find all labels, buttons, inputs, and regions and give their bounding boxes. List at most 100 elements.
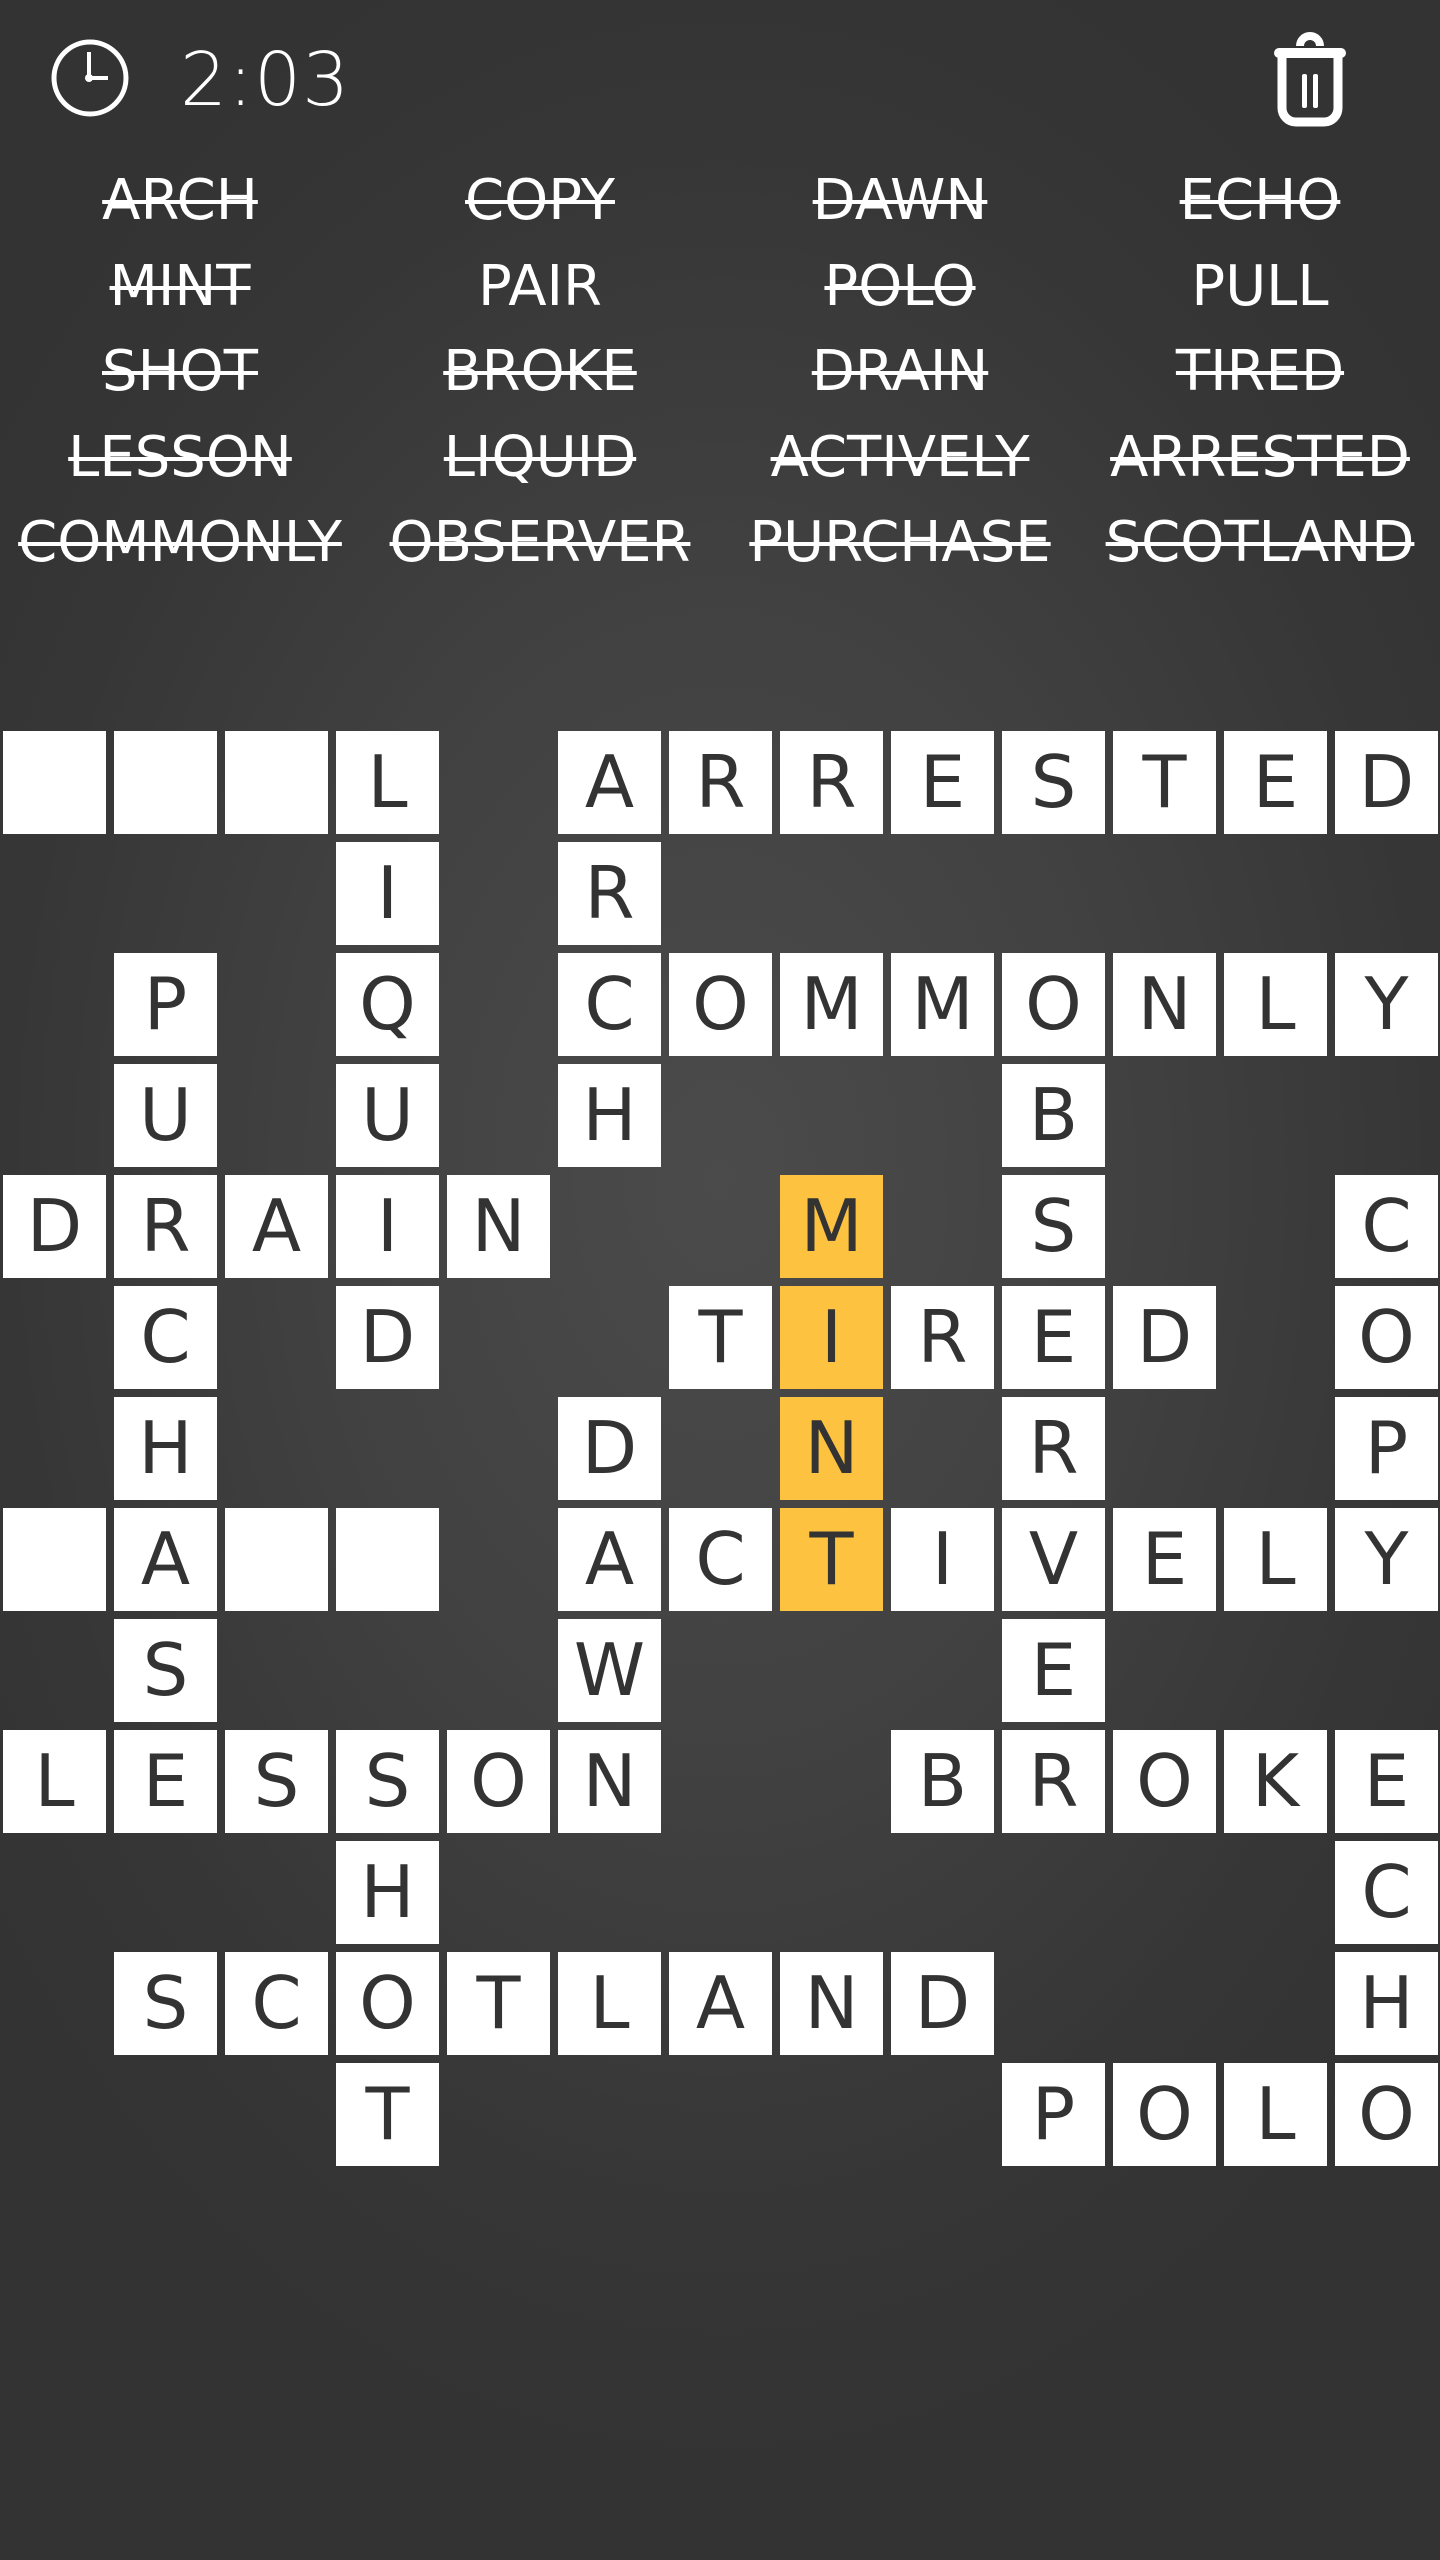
clock-icon [50, 38, 130, 118]
letter-cell[interactable]: L [336, 731, 439, 834]
letter-cell[interactable]: V [1002, 1508, 1105, 1611]
letter-cell[interactable]: L [558, 1952, 661, 2055]
letter-cell[interactable]: R [1002, 1397, 1105, 1500]
letter-cell[interactable]: Y [1335, 1508, 1438, 1611]
word-found: DAWN [812, 168, 988, 233]
letter-cell[interactable]: E [1002, 1286, 1105, 1389]
letter-cell[interactable]: D [1335, 731, 1438, 834]
letter-cell[interactable]: D [558, 1397, 661, 1500]
letter-cell[interactable]: R [891, 1286, 994, 1389]
letter-cell[interactable]: I [891, 1508, 994, 1611]
letter-cell[interactable]: N [447, 1175, 550, 1278]
letter-cell[interactable]: W [558, 1619, 661, 1722]
letter-cell[interactable]: C [225, 1952, 328, 2055]
letter-cell[interactable]: B [1002, 1064, 1105, 1167]
letter-cell[interactable]: N [780, 1952, 883, 2055]
letter-cell[interactable]: S [225, 1730, 328, 1833]
empty-cell[interactable] [3, 1508, 106, 1611]
letter-cell[interactable]: M [891, 953, 994, 1056]
letter-cell[interactable]: D [1113, 1286, 1216, 1389]
empty-cell[interactable] [3, 731, 106, 834]
highlighted-letter-cell[interactable]: M [780, 1175, 883, 1278]
letter-cell[interactable]: U [336, 1064, 439, 1167]
letter-cell[interactable]: O [336, 1952, 439, 2055]
letter-cell[interactable]: D [336, 1286, 439, 1389]
letter-cell[interactable]: T [336, 2063, 439, 2166]
letter-cell[interactable]: O [1335, 1286, 1438, 1389]
letter-cell[interactable]: T [1113, 731, 1216, 834]
letter-cell[interactable]: O [1002, 953, 1105, 1056]
letter-cell[interactable]: O [1113, 1730, 1216, 1833]
letter-cell[interactable]: N [1113, 953, 1216, 1056]
letter-cell[interactable]: O [1113, 2063, 1216, 2166]
letter-cell[interactable]: A [114, 1508, 217, 1611]
letter-cell[interactable]: R [114, 1175, 217, 1278]
delete-button[interactable] [1260, 30, 1360, 130]
letter-cell[interactable]: C [558, 953, 661, 1056]
letter-cell[interactable]: M [780, 953, 883, 1056]
top-bar: 2:03 [0, 0, 1440, 160]
letter-cell[interactable]: S [114, 1952, 217, 2055]
letter-cell[interactable]: E [891, 731, 994, 834]
word-found: PURCHASE [749, 510, 1051, 575]
highlighted-letter-cell[interactable]: I [780, 1286, 883, 1389]
letter-cell[interactable]: E [1113, 1508, 1216, 1611]
letter-cell[interactable]: P [114, 953, 217, 1056]
word-remaining: PULL [1191, 253, 1329, 319]
letter-cell[interactable]: O [447, 1730, 550, 1833]
letter-cell[interactable]: S [1002, 731, 1105, 834]
letter-cell[interactable]: S [1002, 1175, 1105, 1278]
empty-cell[interactable] [114, 731, 217, 834]
letter-cell[interactable]: C [669, 1508, 772, 1611]
highlighted-letter-cell[interactable]: T [780, 1508, 883, 1611]
letter-cell[interactable]: R [780, 731, 883, 834]
letter-cell[interactable]: R [558, 842, 661, 945]
letter-cell[interactable]: C [114, 1286, 217, 1389]
letter-cell[interactable]: O [669, 953, 772, 1056]
letter-cell[interactable]: E [1335, 1730, 1438, 1833]
letter-cell[interactable]: E [114, 1730, 217, 1833]
letter-cell[interactable]: I [336, 842, 439, 945]
letter-cell[interactable]: H [558, 1064, 661, 1167]
letter-cell[interactable]: O [1335, 2063, 1438, 2166]
letter-cell[interactable]: Y [1335, 953, 1438, 1056]
letter-cell[interactable]: C [1335, 1175, 1438, 1278]
letter-cell[interactable]: C [1335, 1841, 1438, 1944]
letter-cell[interactable]: N [558, 1730, 661, 1833]
letter-cell[interactable]: D [891, 1952, 994, 2055]
letter-cell[interactable]: L [3, 1730, 106, 1833]
empty-cell[interactable] [336, 1508, 439, 1611]
letter-cell[interactable]: U [114, 1064, 217, 1167]
letter-cell[interactable]: B [891, 1730, 994, 1833]
letter-cell[interactable]: A [558, 731, 661, 834]
empty-cell[interactable] [225, 1508, 328, 1611]
letter-cell[interactable]: S [336, 1730, 439, 1833]
letter-cell[interactable]: S [114, 1619, 217, 1722]
letter-cell[interactable]: R [669, 731, 772, 834]
letter-cell[interactable]: R [1002, 1730, 1105, 1833]
letter-cell[interactable]: H [1335, 1952, 1438, 2055]
letter-cell[interactable]: A [225, 1175, 328, 1278]
letter-cell[interactable]: K [1224, 1730, 1327, 1833]
letter-cell[interactable]: T [669, 1286, 772, 1389]
letter-cell[interactable]: A [669, 1952, 772, 2055]
letter-cell[interactable]: H [336, 1841, 439, 1944]
letter-cell[interactable]: E [1002, 1619, 1105, 1722]
empty-cell[interactable] [225, 731, 328, 834]
letter-cell[interactable]: L [1224, 1508, 1327, 1611]
letter-cell[interactable]: L [1224, 953, 1327, 1056]
word-found: SCOTLAND [1105, 510, 1415, 575]
letter-cell[interactable]: P [1335, 1397, 1438, 1500]
letter-cell[interactable]: T [447, 1952, 550, 2055]
letter-cell[interactable]: Q [336, 953, 439, 1056]
letter-cell[interactable]: L [1224, 2063, 1327, 2166]
word-found: POLO [824, 253, 976, 319]
letter-cell[interactable]: H [114, 1397, 217, 1500]
highlighted-letter-cell[interactable]: N [780, 1397, 883, 1500]
letter-cell[interactable]: I [336, 1175, 439, 1278]
letter-cell[interactable]: E [1224, 731, 1327, 834]
letter-cell[interactable]: A [558, 1508, 661, 1611]
letter-cell[interactable]: P [1002, 2063, 1105, 2166]
word-found: ARRESTED [1110, 424, 1410, 490]
letter-cell[interactable]: D [3, 1175, 106, 1278]
